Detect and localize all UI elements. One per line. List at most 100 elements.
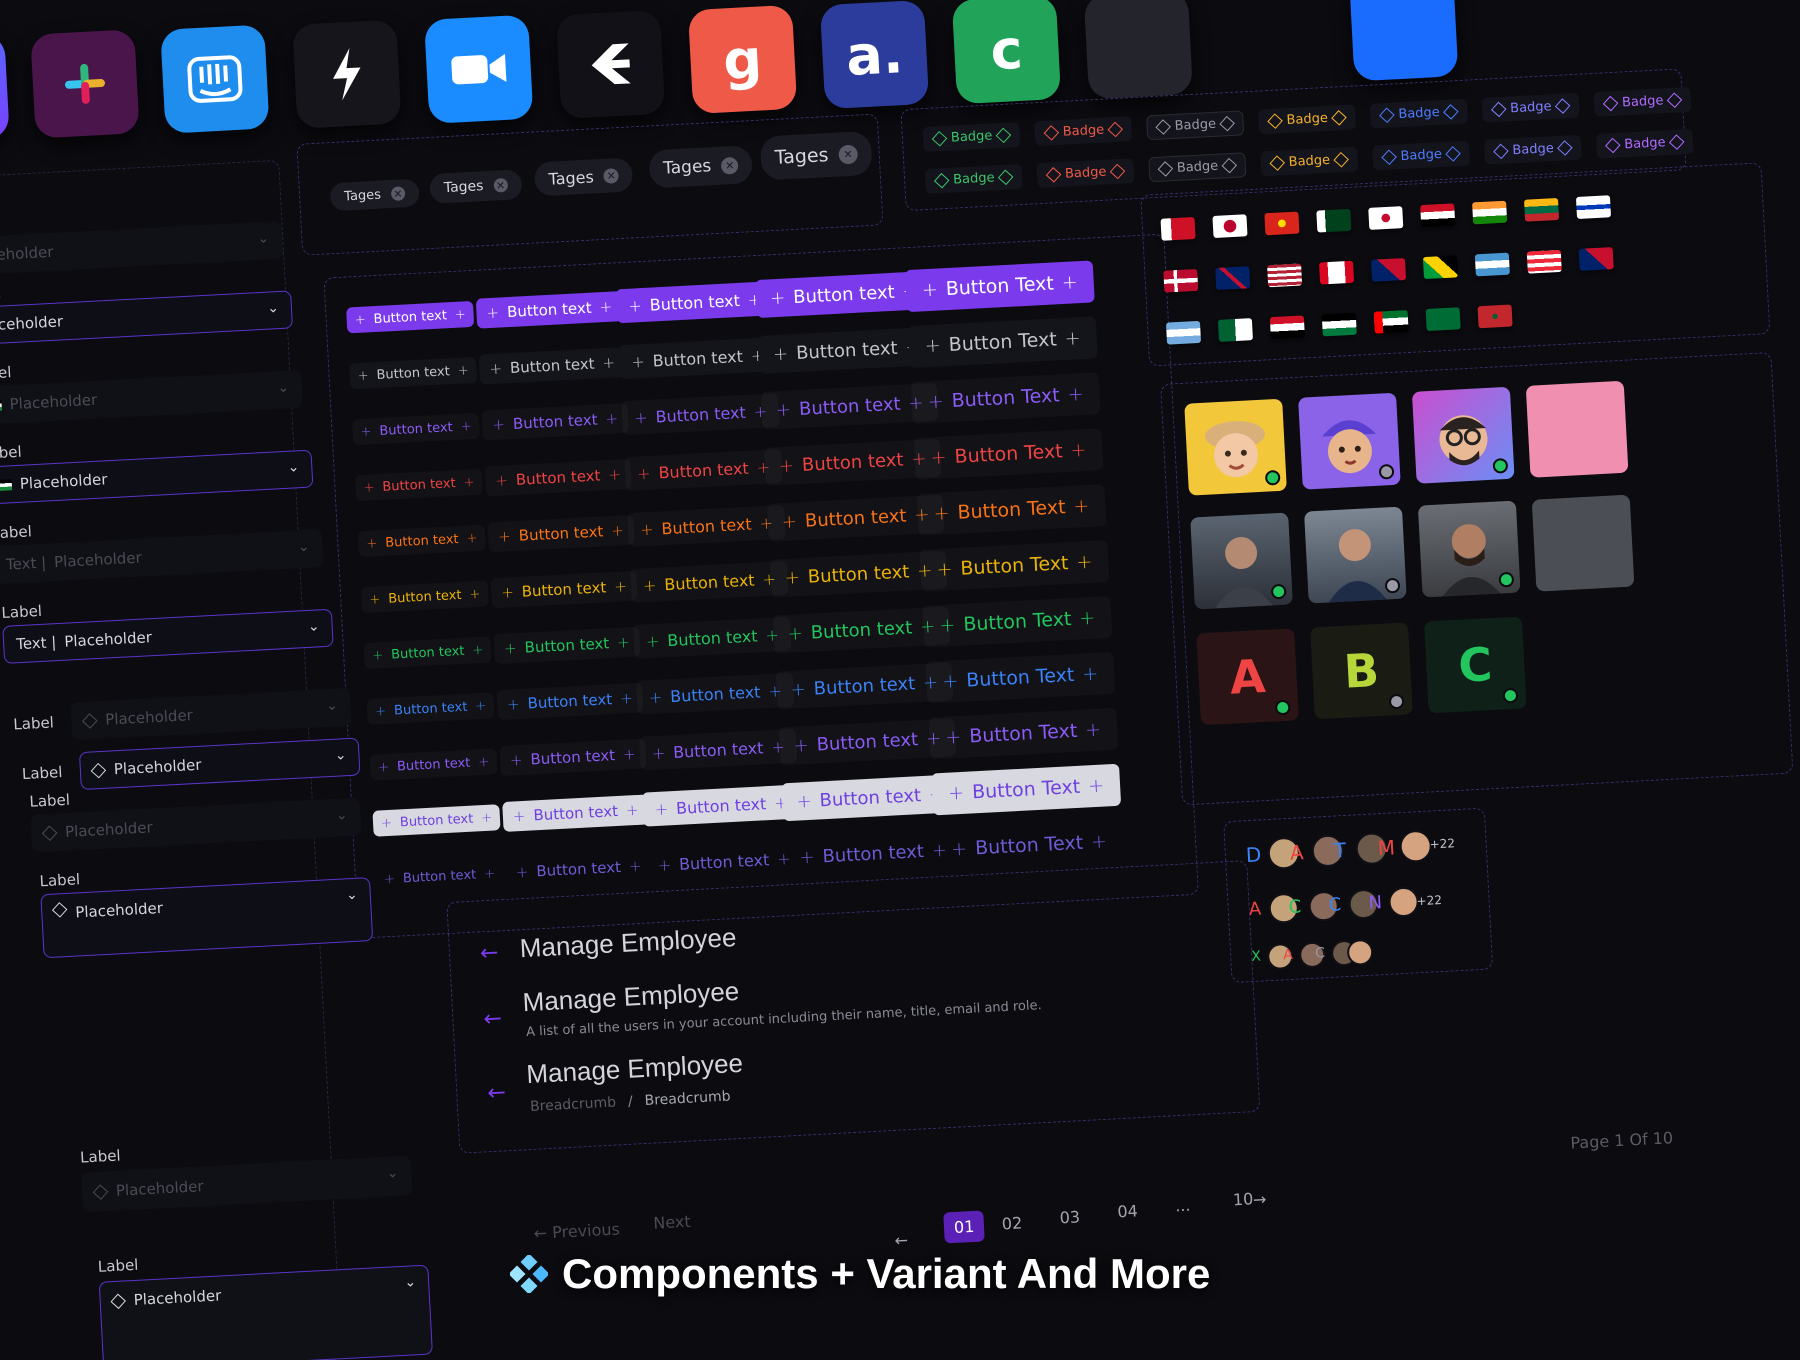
slack-icon[interactable] [30,29,140,139]
avatar-memoji-glasses[interactable] [1411,386,1515,484]
avatar-photo-man-3[interactable] [1417,500,1521,598]
button[interactable]: +Button text+ [375,860,503,893]
button[interactable]: + Button Text + [931,763,1122,816]
button[interactable]: +Button text+ [369,748,497,781]
button[interactable]: +Button text+ [633,617,792,659]
avatar-letter-a[interactable]: A [1196,628,1299,726]
back-arrow-icon[interactable]: ← [487,1080,507,1106]
button[interactable]: +Button text+ [490,571,637,609]
select-field[interactable]: Placeholder ⌄ [30,797,362,853]
button[interactable]: +Button text+ [499,738,646,776]
button[interactable]: +Button text+ [493,627,640,665]
button[interactable]: +Button text+ [639,729,798,771]
tag-chip[interactable]: Tages ✕ [759,130,873,181]
arrow-logo-icon[interactable] [556,9,666,119]
select-field[interactable]: Placeholder ⌄ [0,220,284,277]
button[interactable]: + Button Text + [907,316,1098,369]
zoom-icon[interactable] [424,14,534,124]
button[interactable]: +Button text+ [355,469,483,502]
breadcrumb-item[interactable]: Breadcrumb [530,1094,617,1114]
button[interactable]: + Button Text + [911,372,1101,424]
previous-button[interactable]: ← Previous [533,1219,620,1242]
page-number-button[interactable]: 04 [1117,1201,1138,1221]
button[interactable]: +Button text+ [641,784,801,827]
select-field[interactable]: Text | Placeholder ⌄ [2,608,334,664]
back-arrow-icon[interactable]: ← [479,940,499,966]
dark-app-icon[interactable] [1083,0,1194,100]
select-field[interactable]: Text | Placeholder ⌄ [0,529,324,585]
button[interactable]: +Button text+ [627,505,786,547]
button[interactable]: +Button text+ [487,515,634,553]
button[interactable]: + Button Text + [920,540,1110,592]
breadcrumb-item[interactable]: Breadcrumb [644,1088,731,1108]
select-field[interactable]: Placeholder ⌄ [0,290,294,346]
avatar-memoji-pink[interactable] [1525,380,1629,478]
next-button[interactable]: Next [653,1212,691,1233]
select-field[interactable]: Placeholder ⌄ [70,687,352,741]
tag-chip[interactable]: Tages ✕ [429,169,523,204]
button[interactable]: +Button text+ [621,393,780,435]
avatar-photo-4[interactable] [1531,494,1635,592]
button[interactable]: +Button text+ [505,850,652,888]
button[interactable]: +Button text+ [348,356,478,390]
avatar-letter-b[interactable]: B [1310,622,1413,720]
avatar-memoji-woman[interactable] [1184,398,1287,496]
pagination-next-arrow-icon[interactable]: → [1252,1190,1266,1210]
page-number-button[interactable]: 03 [1059,1207,1080,1227]
app-c-icon[interactable]: C [0,34,10,144]
button[interactable]: + Button Text + [928,708,1118,760]
button[interactable]: +Button text+ [352,413,480,446]
avatar-thumbnail[interactable] [1398,829,1433,864]
page-number-button[interactable]: ... [1175,1196,1191,1216]
button[interactable]: +Button text+ [624,449,783,491]
button[interactable]: +Button text+ [615,281,775,324]
select-field[interactable]: Placeholder ⌄ [0,449,314,505]
avatar-letter-c[interactable]: C [1423,616,1527,714]
button[interactable]: +Button text+ [364,636,492,669]
button[interactable]: +Button text+ [496,683,643,721]
intercom-icon[interactable] [160,24,270,134]
button[interactable]: +Button text+ [485,459,632,497]
remove-tag-icon[interactable]: ✕ [720,156,739,175]
avatar-photo-man-1[interactable] [1190,512,1293,610]
tag-chip[interactable]: Tages ✕ [329,178,420,212]
avatar-memoji-boy[interactable] [1298,392,1401,490]
button[interactable]: +Button text+ [361,580,489,613]
button[interactable]: +Button text+ [502,794,650,832]
pagination-prev-arrow-icon[interactable]: ← [894,1230,908,1250]
select-field[interactable]: Placeholder ⌄ [0,369,304,426]
page-number-button[interactable]: 10 [1232,1189,1253,1209]
back-arrow-icon[interactable]: ← [483,1006,503,1032]
button[interactable]: + Button Text + [917,484,1107,536]
button[interactable]: +Button text+ [475,291,623,329]
remove-tag-icon[interactable]: ✕ [390,186,406,202]
avatar-photo-man-2[interactable] [1304,506,1407,604]
button[interactable]: +Button text+ [372,804,501,837]
a-app-icon[interactable]: a. [819,0,930,110]
button[interactable]: +Button text+ [358,525,486,558]
button[interactable]: +Button text+ [618,337,778,380]
more-count-badge[interactable]: +22 [1429,836,1455,851]
blue-app-icon[interactable] [1349,0,1459,82]
button[interactable]: + Button Text + [904,260,1095,313]
button[interactable]: + Button Text + [925,652,1115,704]
button[interactable]: +Button text+ [645,840,804,882]
tag-chip[interactable]: Tages ✕ [648,145,754,189]
button[interactable]: +Button text+ [478,347,626,385]
textarea-field[interactable]: Placeholder ⌄ [80,1155,413,1213]
select-field[interactable]: Placeholder ⌄ [40,877,374,959]
select-field[interactable]: Placeholder ⌄ [78,737,361,791]
g-app-icon[interactable]: g [687,4,798,115]
button[interactable]: + Button Text + [922,596,1112,648]
button[interactable]: +Button text+ [630,561,789,603]
page-number-button[interactable]: 01 [943,1210,986,1244]
textarea-field[interactable]: Placeholder ⌄ [98,1264,433,1360]
tag-chip[interactable]: Tages ✕ [533,157,634,197]
button[interactable]: + Button Text + [934,820,1124,872]
button[interactable]: + Button Text + [914,428,1104,480]
remove-tag-icon[interactable]: ✕ [837,144,858,165]
remove-tag-icon[interactable]: ✕ [603,167,620,184]
button[interactable]: +Button text+ [636,673,795,715]
lightning-icon[interactable] [292,19,402,129]
more-count-badge[interactable]: +22 [1416,893,1442,908]
